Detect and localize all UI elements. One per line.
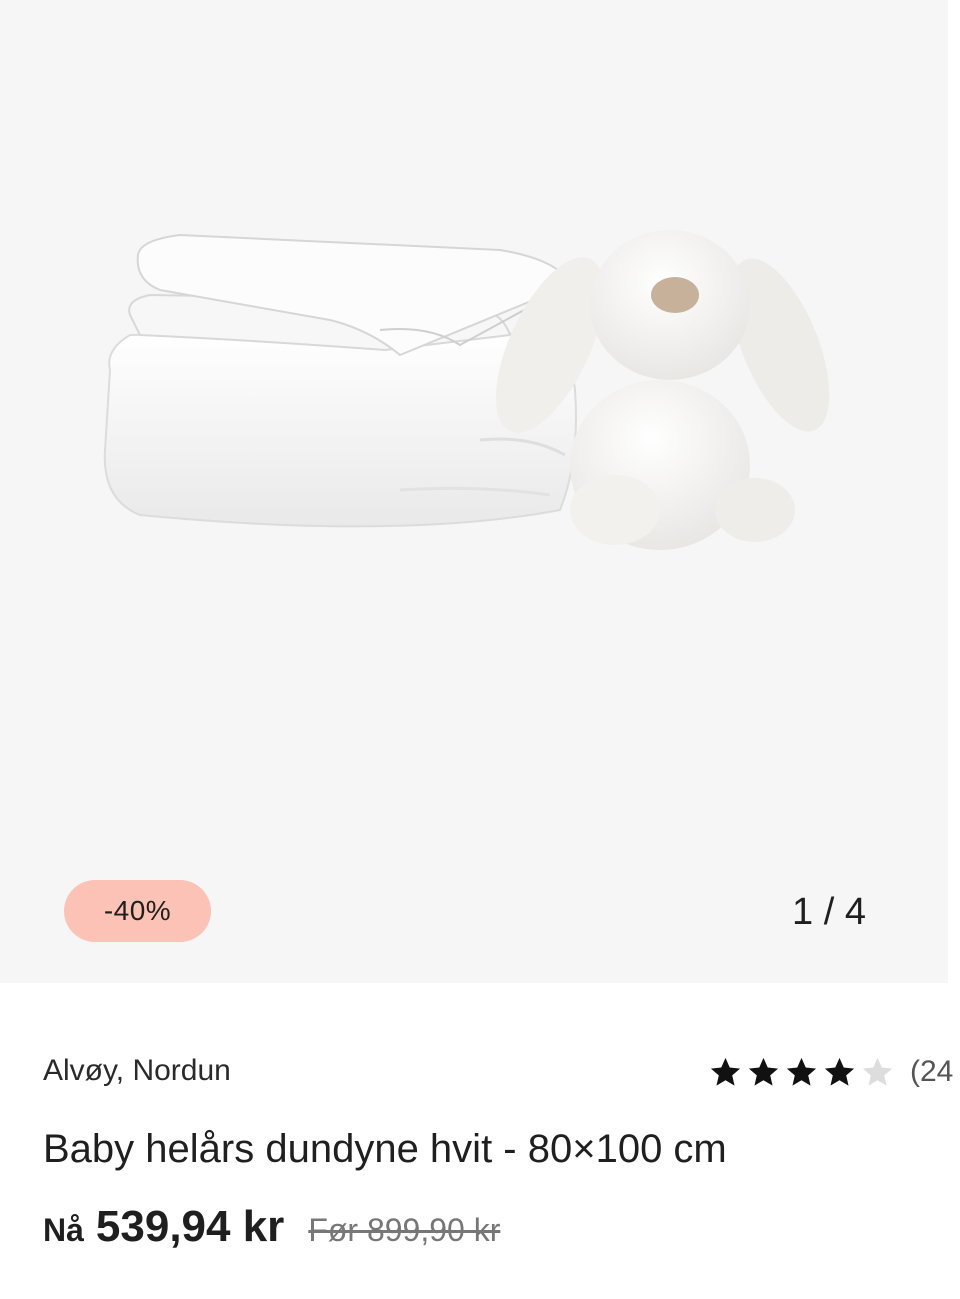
price-row: Nå 539,94 kr Før 899,90 kr <box>43 1202 500 1262</box>
star-filled-icon <box>748 1057 779 1086</box>
product-brand[interactable]: Alvøy, Nordun <box>43 1052 231 1090</box>
discount-badge: -40% <box>64 880 211 942</box>
rating-count: (24 <box>910 1055 954 1088</box>
product-rating[interactable]: (24 <box>708 1052 953 1092</box>
old-price: Før 899,90 kr <box>308 1212 501 1248</box>
product-title: Baby helårs dundyne hvit - 80×100 cm <box>43 1127 727 1171</box>
star-empty-icon <box>862 1057 893 1086</box>
now-price-label: Nå <box>43 1212 84 1248</box>
slide-counter: 1 / 4 <box>792 891 866 933</box>
now-price: 539,94 kr <box>95 1202 285 1251</box>
star-filled-icon <box>710 1057 741 1086</box>
star-filled-icon <box>786 1057 817 1086</box>
product-page: -40% 1 / 4 Alvøy, Nordun (24 Baby helårs… <box>0 0 960 1299</box>
product-image <box>103 230 830 550</box>
star-filled-icon <box>824 1057 855 1086</box>
product-gallery[interactable]: -40% 1 / 4 <box>0 0 948 983</box>
